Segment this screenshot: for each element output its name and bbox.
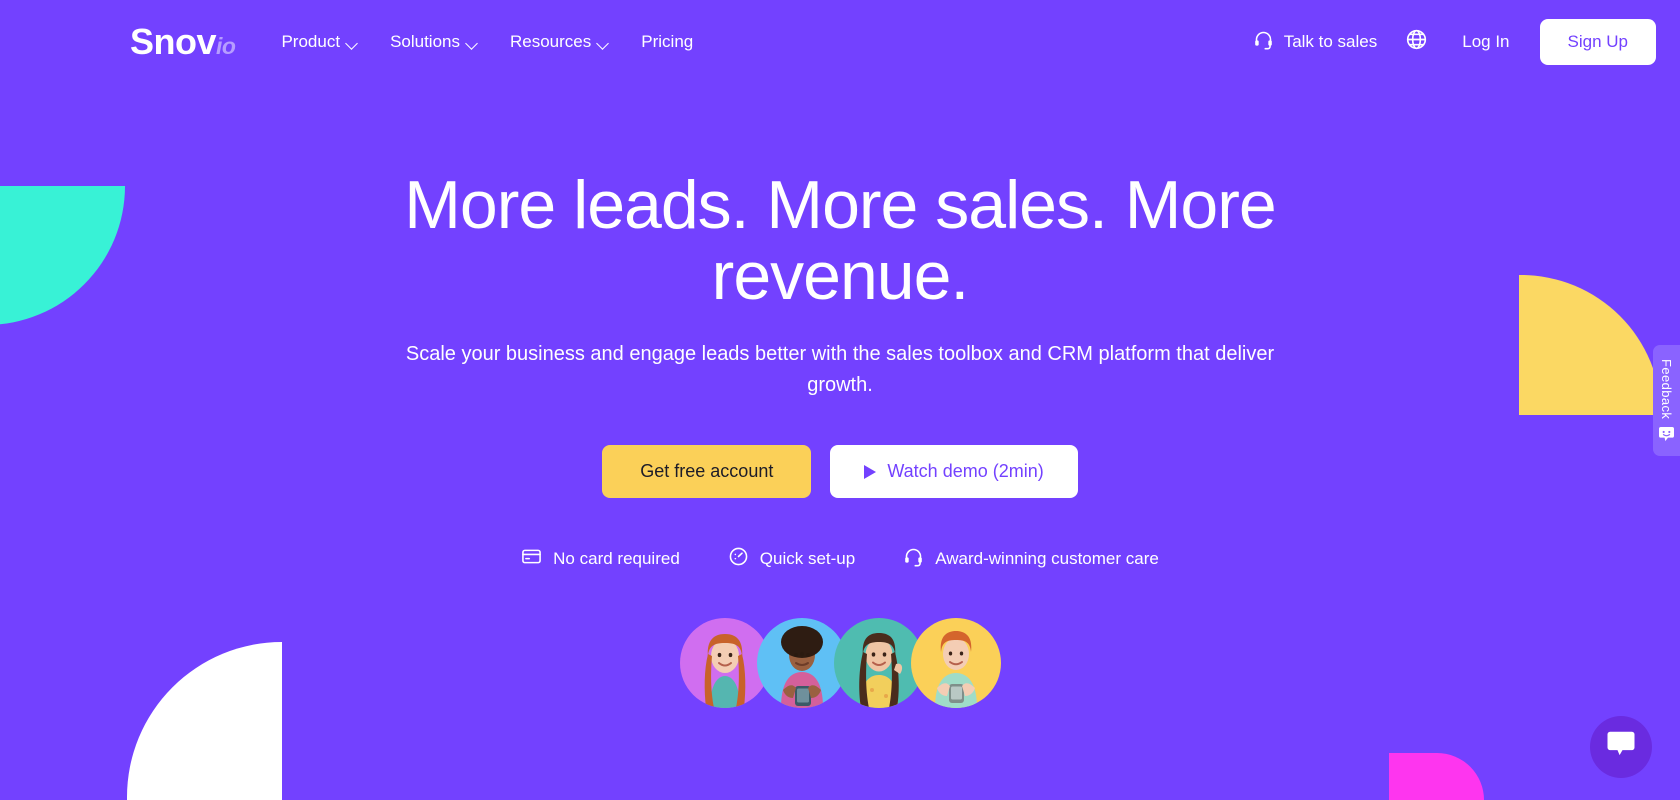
- hero-feature-list: No card required Quick set-up Award-winn…: [0, 546, 1680, 572]
- feature-label: No card required: [553, 549, 680, 569]
- chevron-down-icon: [467, 38, 478, 49]
- signup-button[interactable]: Sign Up: [1539, 19, 1656, 65]
- feature-award-winning-care: Award-winning customer care: [903, 546, 1159, 572]
- get-free-account-button[interactable]: Get free account: [602, 445, 812, 499]
- nav-label: Pricing: [641, 32, 694, 51]
- header-actions: Talk to sales Log In Sign Up: [1253, 19, 1656, 65]
- hero-subtitle: Scale your business and engage leads bet…: [405, 343, 1275, 397]
- avatar: [679, 618, 770, 709]
- nav-item-solutions[interactable]: Solutions: [390, 32, 478, 52]
- site-header: Snov io Product Solutions Resources Pric…: [0, 0, 1680, 84]
- chat-widget-button[interactable]: [1590, 716, 1652, 778]
- nav-item-product[interactable]: Product: [281, 32, 358, 52]
- feature-quick-setup: Quick set-up: [728, 546, 855, 572]
- watch-demo-button[interactable]: Watch demo (2min): [830, 445, 1078, 499]
- chevron-down-icon: [598, 38, 609, 49]
- feedback-tab[interactable]: Feedback: [1653, 345, 1680, 457]
- talk-to-sales-link[interactable]: Talk to sales: [1253, 29, 1378, 55]
- hero-title: More leads. More sales. More revenue.: [404, 167, 1276, 314]
- chat-bubble-icon: [1606, 731, 1636, 763]
- avatar: [756, 618, 847, 709]
- nav-label: Solutions: [390, 32, 460, 51]
- avatar: [910, 618, 1001, 709]
- nav-label: Resources: [510, 32, 592, 51]
- nav-item-pricing[interactable]: Pricing: [641, 32, 693, 52]
- play-icon: [864, 464, 877, 479]
- main-navigation: Product Solutions Resources Pricing: [281, 32, 693, 52]
- credit-card-icon: [521, 546, 542, 572]
- feature-no-card-required: No card required: [521, 546, 680, 572]
- smiley-speech-bubble-icon: [1658, 427, 1675, 447]
- customer-avatar-group: [0, 618, 1680, 709]
- speedometer-icon: [728, 546, 749, 572]
- decorative-shape-pink: [1389, 753, 1484, 800]
- nav-label: Product: [281, 32, 341, 51]
- hero-cta-row: Get free account Watch demo (2min): [0, 445, 1680, 499]
- nav-item-resources[interactable]: Resources: [510, 32, 609, 52]
- feedback-label: Feedback: [1659, 359, 1674, 420]
- logo-text-sub: io: [216, 33, 236, 59]
- logo-text-main: Snov: [130, 21, 217, 62]
- avatar: [833, 618, 924, 709]
- chevron-down-icon: [347, 38, 358, 49]
- watch-demo-label: Watch demo (2min): [887, 461, 1044, 482]
- headset-icon: [903, 546, 924, 572]
- feature-label: Quick set-up: [759, 549, 856, 569]
- headset-icon: [1253, 29, 1274, 55]
- hero-section: More leads. More sales. More revenue. Sc…: [0, 84, 1680, 709]
- feature-label: Award-winning customer care: [935, 549, 1159, 569]
- language-selector[interactable]: [1405, 28, 1428, 56]
- globe-icon: [1405, 28, 1428, 56]
- logo[interactable]: Snov io: [130, 21, 236, 63]
- talk-to-sales-label: Talk to sales: [1283, 32, 1378, 51]
- login-link[interactable]: Log In: [1462, 32, 1509, 52]
